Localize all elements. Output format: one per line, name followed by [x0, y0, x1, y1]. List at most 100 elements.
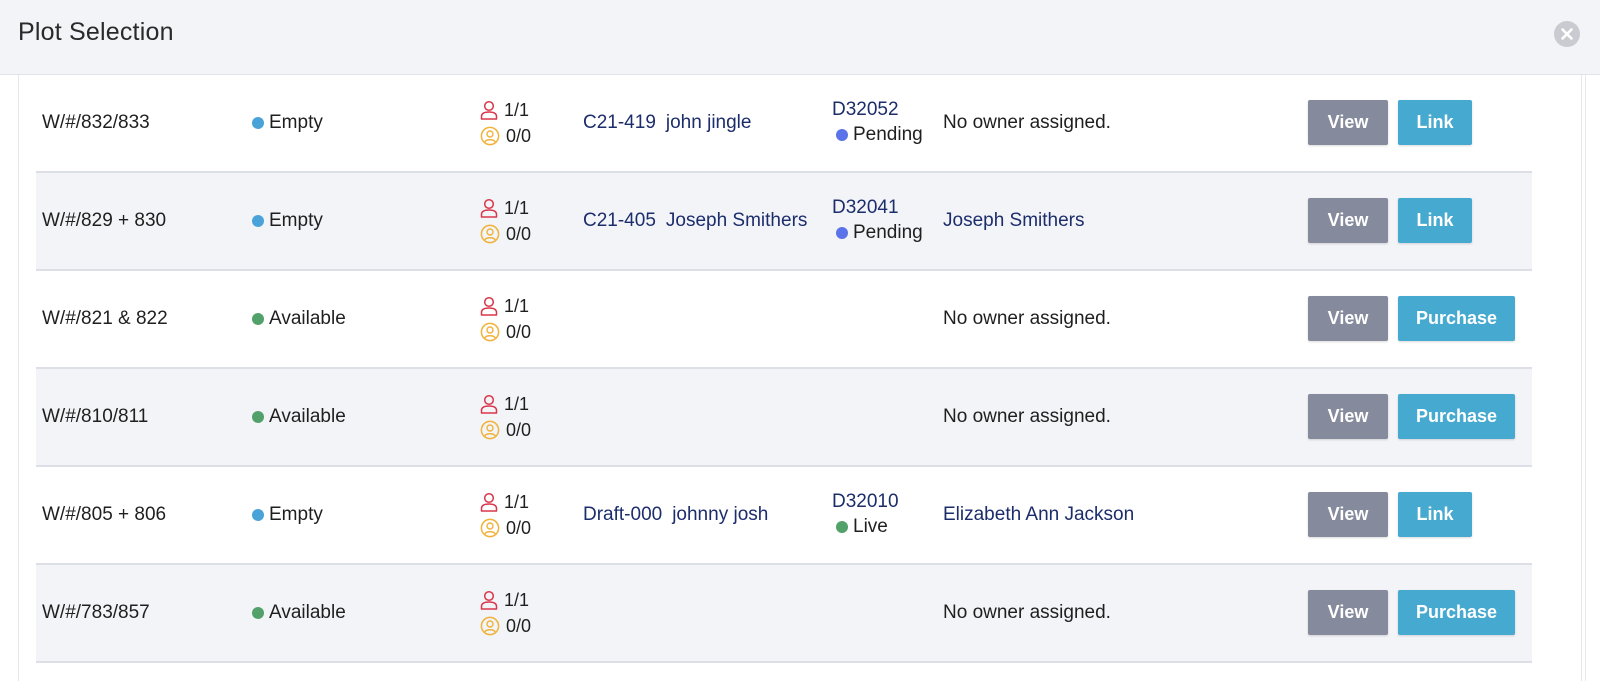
reservation-line: 0/0: [480, 417, 531, 443]
plot-name: W/#/821 & 822: [42, 308, 168, 329]
deed-status: Pending: [832, 221, 923, 245]
deed-code-link[interactable]: D32010: [832, 491, 899, 515]
owner-text: No owner assigned.: [943, 112, 1111, 133]
reference-name: john jingle: [665, 112, 752, 133]
status-label: Empty: [269, 210, 323, 231]
occupancy: 1/1 0/0: [480, 369, 531, 465]
reservation-line: 0/0: [480, 515, 531, 541]
status-dot: [252, 117, 264, 129]
owner-link[interactable]: Elizabeth Ann Jackson: [943, 467, 1134, 563]
person-outline-icon: [480, 296, 498, 316]
view-button[interactable]: View: [1308, 198, 1388, 243]
status-dot: [252, 313, 264, 325]
reservation-line: 0/0: [480, 123, 531, 149]
close-button[interactable]: [1554, 21, 1580, 47]
plot-table: W/#/832/833 Empty 1/1 0/0 C21-419 john jingle…: [36, 75, 1532, 663]
plot-name: W/#/810/811: [42, 406, 149, 427]
status-label: Empty: [269, 112, 323, 133]
view-button[interactable]: View: [1308, 100, 1388, 145]
purchase-button[interactable]: Purchase: [1398, 394, 1515, 439]
link-button[interactable]: Link: [1398, 198, 1472, 243]
close-icon: [1561, 28, 1573, 40]
reference-link[interactable]: Draft-000 johnny josh: [583, 467, 768, 563]
view-button[interactable]: View: [1308, 492, 1388, 537]
deed-info: D32052 Pending: [832, 75, 923, 171]
occupancy-count: 1/1: [504, 491, 530, 512]
occupancy: 1/1 0/0: [480, 75, 531, 171]
status-label: Available: [269, 308, 346, 329]
plot-status: Empty: [252, 173, 323, 269]
deed-status: Pending: [832, 123, 923, 147]
view-button[interactable]: View: [1308, 394, 1388, 439]
modal-header: Plot Selection: [0, 0, 1600, 75]
modal-title: Plot Selection: [18, 18, 174, 46]
occupancy-count: 1/1: [504, 197, 530, 218]
reservation-count: 0/0: [506, 615, 532, 636]
deed-status: Live: [832, 515, 888, 539]
plot-name: W/#/805 + 806: [42, 504, 167, 525]
table-row: W/#/805 + 806 Empty 1/1 0/0 Draft-000 johnny …: [36, 467, 1532, 565]
occupancy-count: 1/1: [504, 99, 530, 120]
plot-status: Available: [252, 271, 346, 367]
occupancy-line: 1/1: [480, 489, 529, 515]
table-row: W/#/821 & 822 Available 1/1 0/0 No owner ass…: [36, 271, 1532, 369]
occupancy-line: 1/1: [480, 587, 529, 613]
deed-info: D32041 Pending: [832, 173, 923, 269]
plot-status: Available: [252, 565, 346, 661]
deed-status-label: Pending: [853, 124, 923, 145]
plot-name: W/#/832/833: [42, 112, 150, 133]
reservation-count: 0/0: [506, 419, 532, 440]
occupancy: 1/1 0/0: [480, 565, 531, 661]
table-row: W/#/783/857 Available 1/1 0/0 No owner assig…: [36, 565, 1532, 663]
person-circle-icon: [480, 322, 500, 342]
plot-status: Available: [252, 369, 346, 465]
status-label: Available: [269, 406, 346, 427]
table-row: W/#/829 + 830 Empty 1/1 0/0 C21-405 Joseph Sm…: [36, 173, 1532, 271]
table-row: W/#/810/811 Available 1/1 0/0 No owner assig…: [36, 369, 1532, 467]
occupancy-line: 1/1: [480, 195, 529, 221]
status-dot: [252, 509, 264, 521]
view-button[interactable]: View: [1308, 296, 1388, 341]
purchase-button[interactable]: Purchase: [1398, 296, 1515, 341]
deed-status-dot: [836, 129, 848, 141]
owner-link[interactable]: Joseph Smithers: [943, 173, 1085, 269]
person-circle-icon: [480, 420, 500, 440]
plot-list-container: W/#/832/833 Empty 1/1 0/0 C21-419 john jingle…: [18, 75, 1582, 681]
plot-status: Empty: [252, 467, 323, 563]
person-outline-icon: [480, 100, 498, 120]
occupancy: 1/1 0/0: [480, 271, 531, 367]
occupancy-count: 1/1: [504, 295, 530, 316]
purchase-button[interactable]: Purchase: [1398, 590, 1515, 635]
link-button[interactable]: Link: [1398, 492, 1472, 537]
plot-name: W/#/829 + 830: [42, 210, 167, 231]
person-outline-icon: [480, 590, 498, 610]
owner-text: No owner assigned.: [943, 308, 1111, 329]
reference-link[interactable]: C21-405 Joseph Smithers: [583, 173, 807, 269]
deed-code-link[interactable]: D32041: [832, 197, 899, 221]
reservation-line: 0/0: [480, 221, 531, 247]
person-circle-icon: [480, 126, 500, 146]
person-circle-icon: [480, 616, 500, 636]
occupancy: 1/1 0/0: [480, 173, 531, 269]
reference-name: Joseph Smithers: [665, 210, 808, 231]
reference-code: Draft-000: [583, 504, 663, 525]
reservation-count: 0/0: [506, 321, 532, 342]
deed-status-label: Live: [853, 516, 888, 537]
occupancy: 1/1 0/0: [480, 467, 531, 563]
status-dot: [252, 215, 264, 227]
owner-text: No owner assigned.: [943, 602, 1111, 623]
scrollbar[interactable]: [1585, 75, 1600, 681]
person-outline-icon: [480, 492, 498, 512]
reservation-count: 0/0: [506, 223, 532, 244]
view-button[interactable]: View: [1308, 590, 1388, 635]
plot-status: Empty: [252, 75, 323, 171]
link-button[interactable]: Link: [1398, 100, 1472, 145]
deed-code-link[interactable]: D32052: [832, 99, 899, 123]
reference-link[interactable]: C21-419 john jingle: [583, 75, 751, 171]
deed-info: D32010 Live: [832, 467, 899, 563]
occupancy-line: 1/1: [480, 391, 529, 417]
reservation-line: 0/0: [480, 319, 531, 345]
reference-name: johnny josh: [672, 504, 769, 525]
deed-status-dot: [836, 227, 848, 239]
owner-text: No owner assigned.: [943, 406, 1111, 427]
